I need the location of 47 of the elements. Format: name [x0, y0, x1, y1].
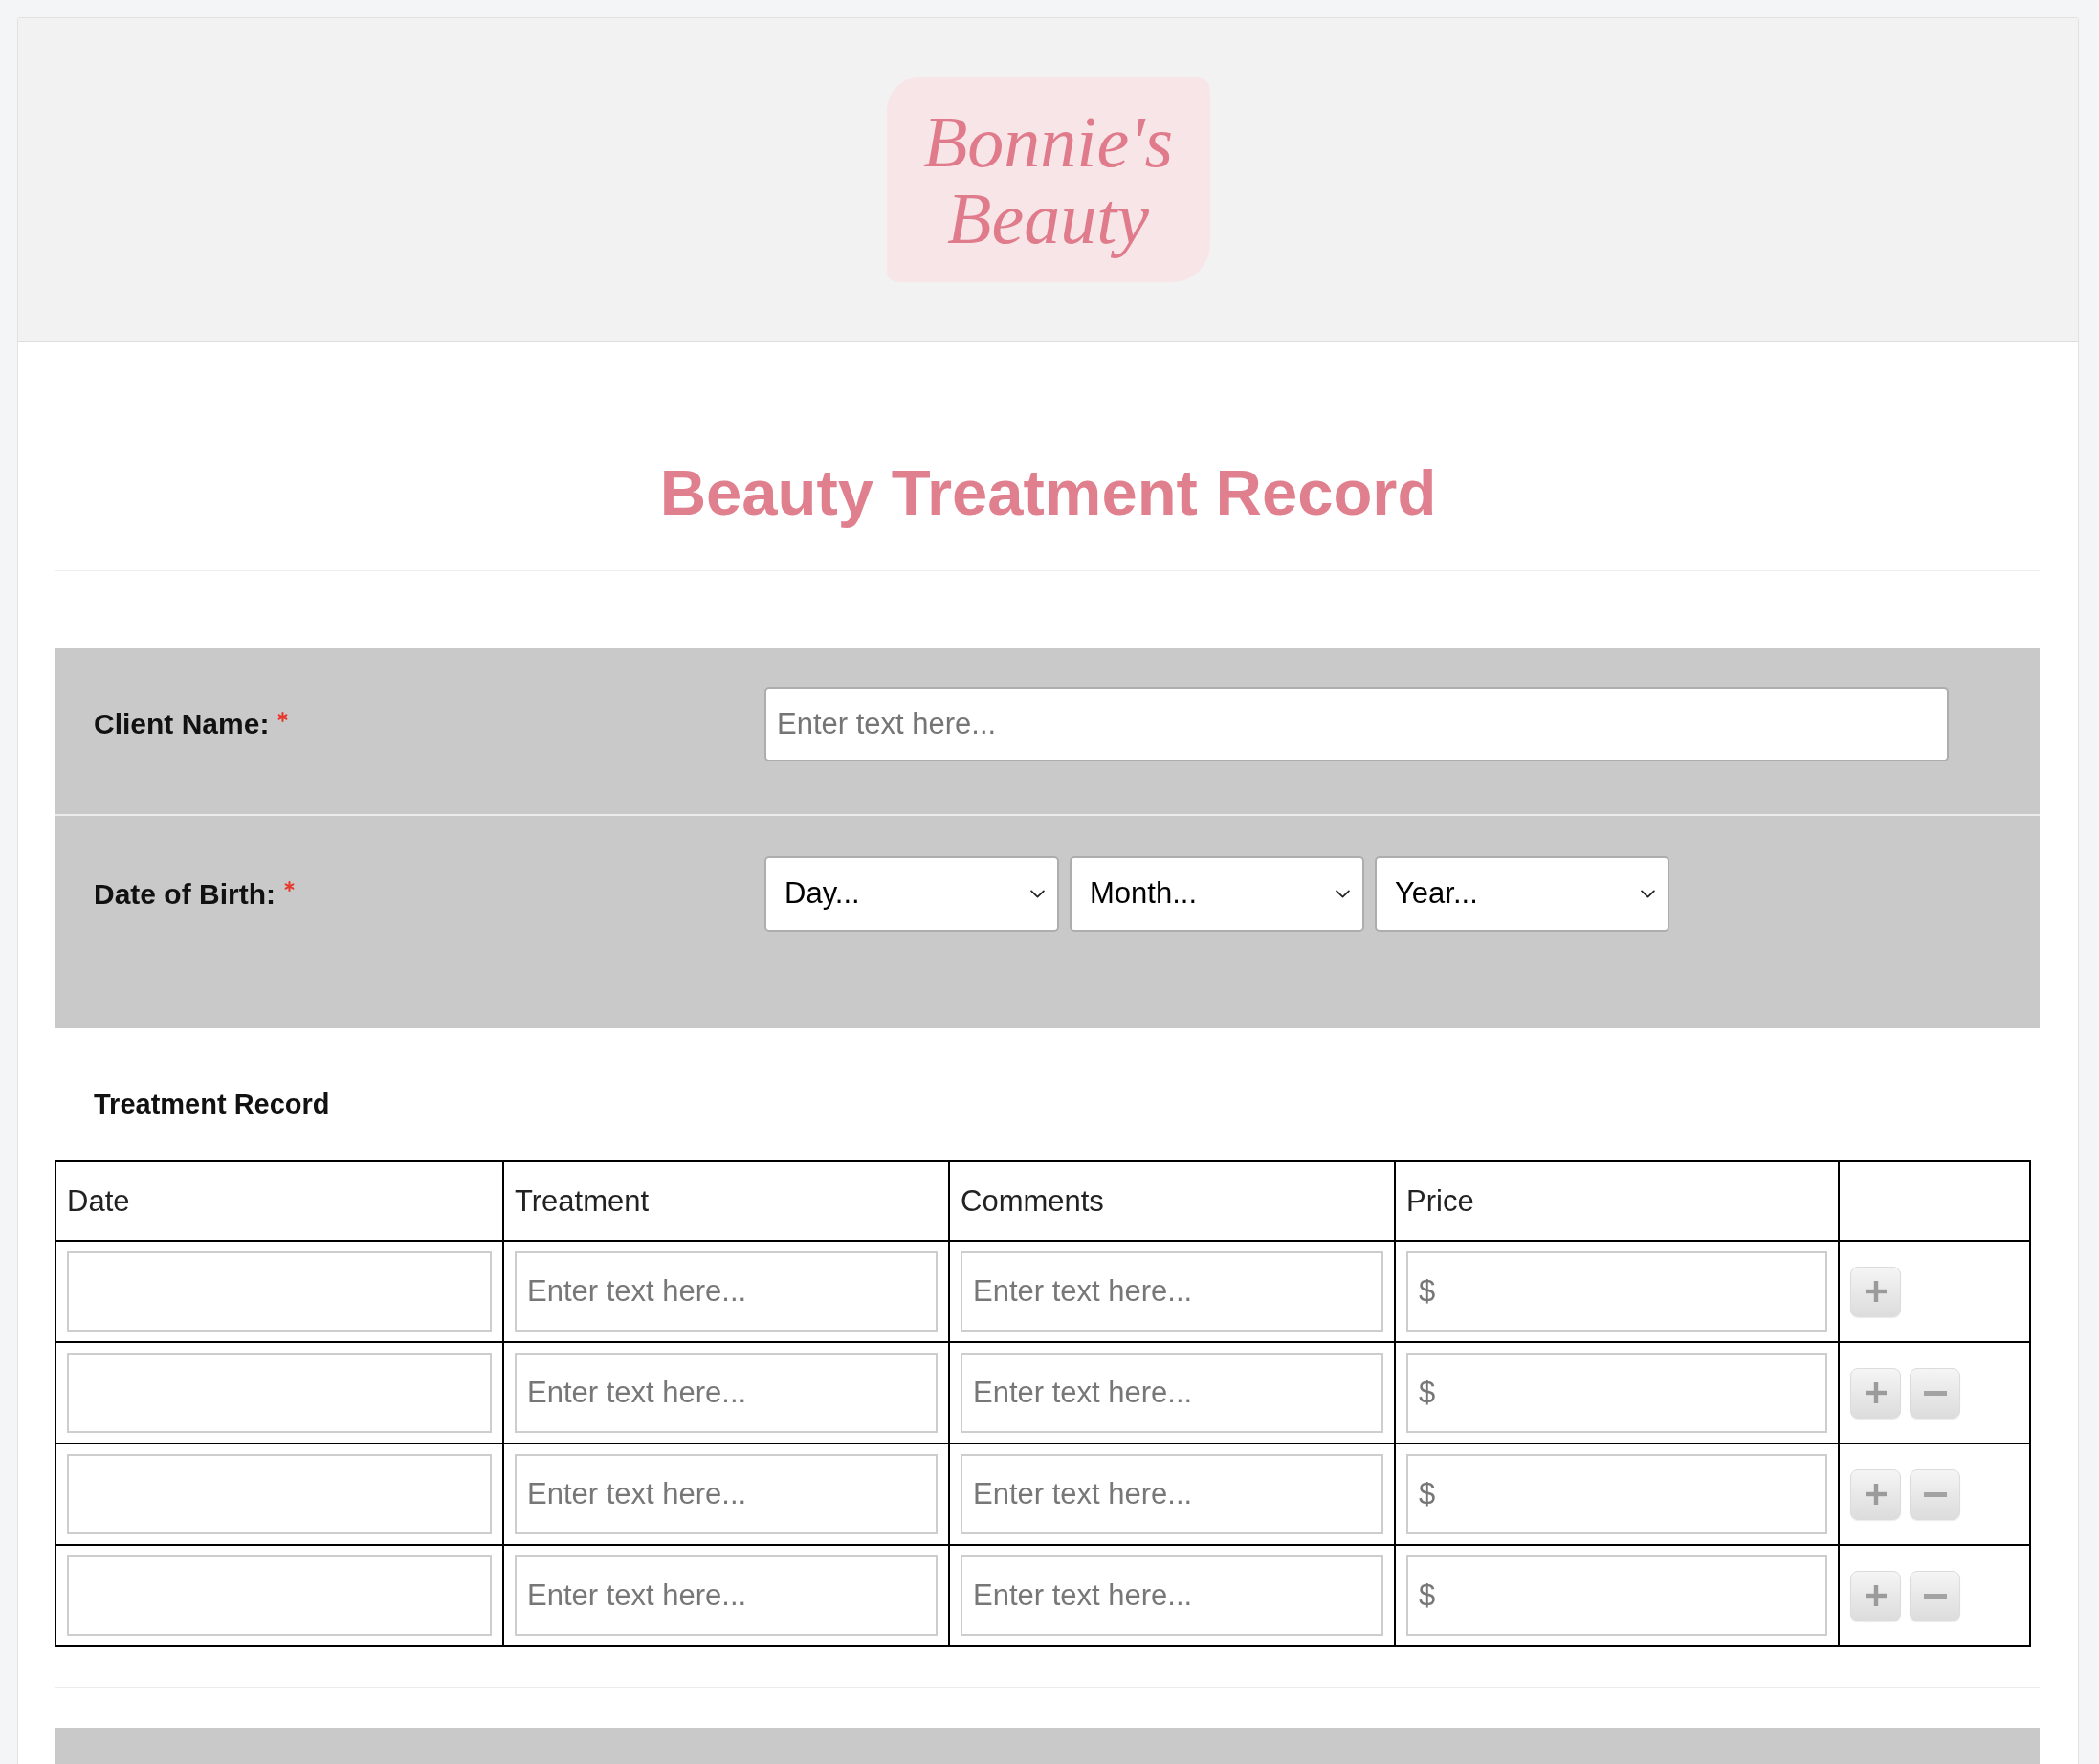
minus-icon — [1923, 1390, 1947, 1396]
minus-icon — [1923, 1593, 1947, 1599]
input-field[interactable] — [67, 1251, 492, 1332]
remove-row-button[interactable] — [1910, 1570, 1960, 1621]
minus-icon — [1923, 1491, 1947, 1497]
column-header: Comments — [961, 1183, 1104, 1218]
chevron-down-icon — [1030, 890, 1045, 898]
dropdown-select[interactable]: Month... — [1070, 856, 1364, 932]
field-label: Client Name: — [94, 707, 270, 741]
input-field[interactable]: $ — [1406, 1251, 1827, 1332]
input-field[interactable]: Enter text here... — [961, 1251, 1383, 1332]
input-field[interactable]: Enter text here... — [515, 1555, 938, 1636]
chevron-down-icon — [1336, 890, 1350, 898]
plus-icon — [1865, 1484, 1887, 1505]
input-field[interactable]: $ — [1406, 1353, 1827, 1433]
remove-row-button[interactable] — [1910, 1367, 1960, 1419]
input-field[interactable] — [67, 1555, 492, 1636]
input-field[interactable] — [67, 1353, 492, 1433]
add-row-button[interactable] — [1850, 1266, 1901, 1317]
input-field[interactable]: Enter text here... — [961, 1555, 1383, 1636]
input-field[interactable]: Enter text here... — [961, 1353, 1383, 1433]
input-field[interactable]: Enter text here... — [961, 1454, 1383, 1534]
column-header: Price — [1406, 1183, 1474, 1218]
add-row-button[interactable] — [1850, 1367, 1901, 1419]
plus-icon — [1865, 1281, 1887, 1302]
logo-text: Bonnie's — [922, 102, 1174, 180]
column-header: Treatment — [515, 1183, 650, 1218]
dropdown-select[interactable]: Day... — [764, 856, 1059, 932]
add-row-button[interactable] — [1850, 1570, 1901, 1621]
plus-icon — [1865, 1382, 1887, 1403]
remove-row-button[interactable] — [1910, 1468, 1960, 1520]
input-field[interactable]: $ — [1406, 1454, 1827, 1534]
section-heading: Treatment Record — [94, 1088, 330, 1120]
input-field[interactable] — [67, 1454, 492, 1534]
logo-text: Beauty — [947, 179, 1149, 256]
input-field[interactable]: Enter text here... — [515, 1251, 938, 1332]
input-field[interactable]: Enter text here... — [515, 1353, 938, 1433]
dropdown-select[interactable]: Year... — [1375, 856, 1669, 932]
add-row-button[interactable] — [1850, 1468, 1901, 1520]
plus-icon — [1865, 1585, 1887, 1606]
text-field[interactable]: Enter text here... — [764, 687, 1949, 761]
form-title: Beauty Treatment Record — [659, 455, 1437, 530]
chevron-down-icon — [1641, 890, 1655, 898]
column-header: Date — [67, 1183, 130, 1218]
input-field[interactable]: $ — [1406, 1555, 1827, 1636]
input-field[interactable]: Enter text here... — [515, 1454, 938, 1534]
field-label: Date of Birth: — [94, 876, 276, 912]
